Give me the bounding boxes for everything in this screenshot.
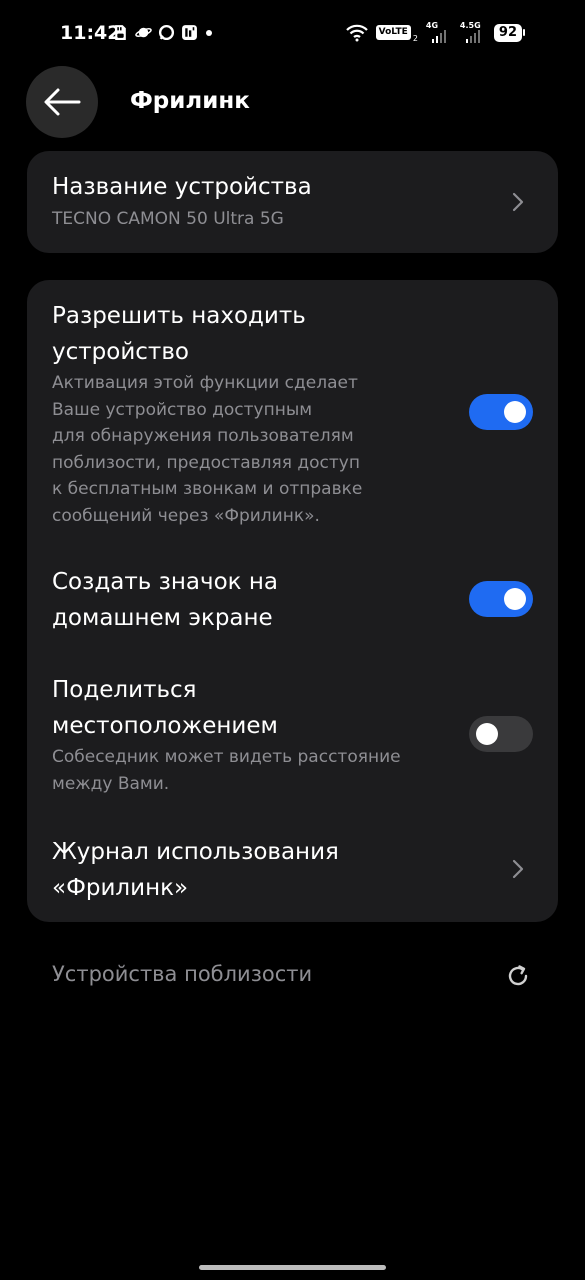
signal-sim1: 4G [425, 20, 452, 43]
chevron-right-icon [512, 859, 524, 879]
location-title-line1: Поделиться [52, 677, 197, 703]
shortcut-title-line2: домашнем экране [52, 605, 273, 631]
settings-card: Разрешить находить устройство Активация … [27, 280, 558, 922]
device-name-value: TECNO CAMON 50 Ultra 5G [52, 209, 284, 229]
signal-bars-icon [465, 29, 480, 43]
device-name-title: Название устройства [52, 174, 312, 200]
sd-card-icon [115, 25, 126, 40]
screen: 11:42 VoLTE 2 4G 4.5G 92 Фрилинк Названи… [0, 0, 585, 1280]
toggle-knob [504, 588, 526, 610]
usage-log-title-line2: «Фрилинк» [52, 875, 189, 901]
network-type-1: 4G [425, 20, 439, 30]
description-line: сообщений через «Фрилинк». [52, 505, 320, 526]
device-name-row[interactable]: Название устройства TECNO CAMON 50 Ultra… [27, 151, 558, 253]
toggle-knob [504, 401, 526, 423]
status-bar: 11:42 VoLTE 2 4G 4.5G 92 [0, 0, 585, 70]
battery-level: 92 [493, 23, 522, 42]
network-type-2: 4.5G [459, 20, 481, 30]
description-line: Ваше устройство доступным [52, 399, 313, 420]
usage-log-title-line1: Журнал использования [52, 839, 339, 865]
chevron-right-icon [512, 192, 524, 212]
wifi-icon [345, 24, 368, 41]
more-notifications-dot [206, 29, 212, 36]
nearby-devices-label: Устройства поблизости [52, 962, 313, 986]
shortcut-toggle[interactable] [469, 581, 533, 617]
discover-title-line2: устройство [52, 339, 189, 365]
shortcut-title-line1: Создать значок на [52, 569, 278, 595]
description-line: к бесплатным звонкам и отправке [52, 479, 363, 499]
discover-description: Активация этой функции сделает Ваше устр… [52, 370, 362, 529]
volte-sim-number: 2 [412, 34, 418, 43]
description-line: для обнаружения пользователям [52, 426, 354, 446]
system-icons: VoLTE 2 4G 4.5G 92 [345, 20, 525, 43]
location-description: Собеседник может видеть расстояние между… [52, 744, 401, 797]
discover-title-line1: Разрешить находить [52, 303, 306, 329]
signal-bars-icon [431, 29, 446, 43]
toggle-knob [476, 723, 498, 745]
app-notification-icon [182, 25, 197, 40]
page-title: Фрилинк [130, 88, 250, 114]
back-button[interactable] [26, 66, 98, 138]
discover-toggle[interactable] [469, 394, 533, 430]
notification-icons [112, 24, 212, 41]
description-line: поблизости, предоставляя доступ [52, 452, 360, 473]
signal-sim2: 4.5G [459, 20, 486, 43]
description-line: Активация этой функции сделает [52, 373, 358, 393]
arrow-left-icon [44, 88, 81, 116]
chat-bubble-icon [158, 24, 175, 41]
location-title-line2: местоположением [52, 713, 278, 739]
planet-icon [135, 27, 152, 38]
home-indicator[interactable] [199, 1265, 386, 1270]
description-line: Собеседник может видеть расстояние [52, 747, 401, 767]
refresh-icon[interactable] [505, 963, 531, 989]
battery-icon: 92 [493, 23, 525, 42]
location-toggle[interactable] [469, 716, 533, 752]
description-line: между Вами. [52, 773, 170, 794]
volte-badge: VoLTE [375, 25, 411, 40]
